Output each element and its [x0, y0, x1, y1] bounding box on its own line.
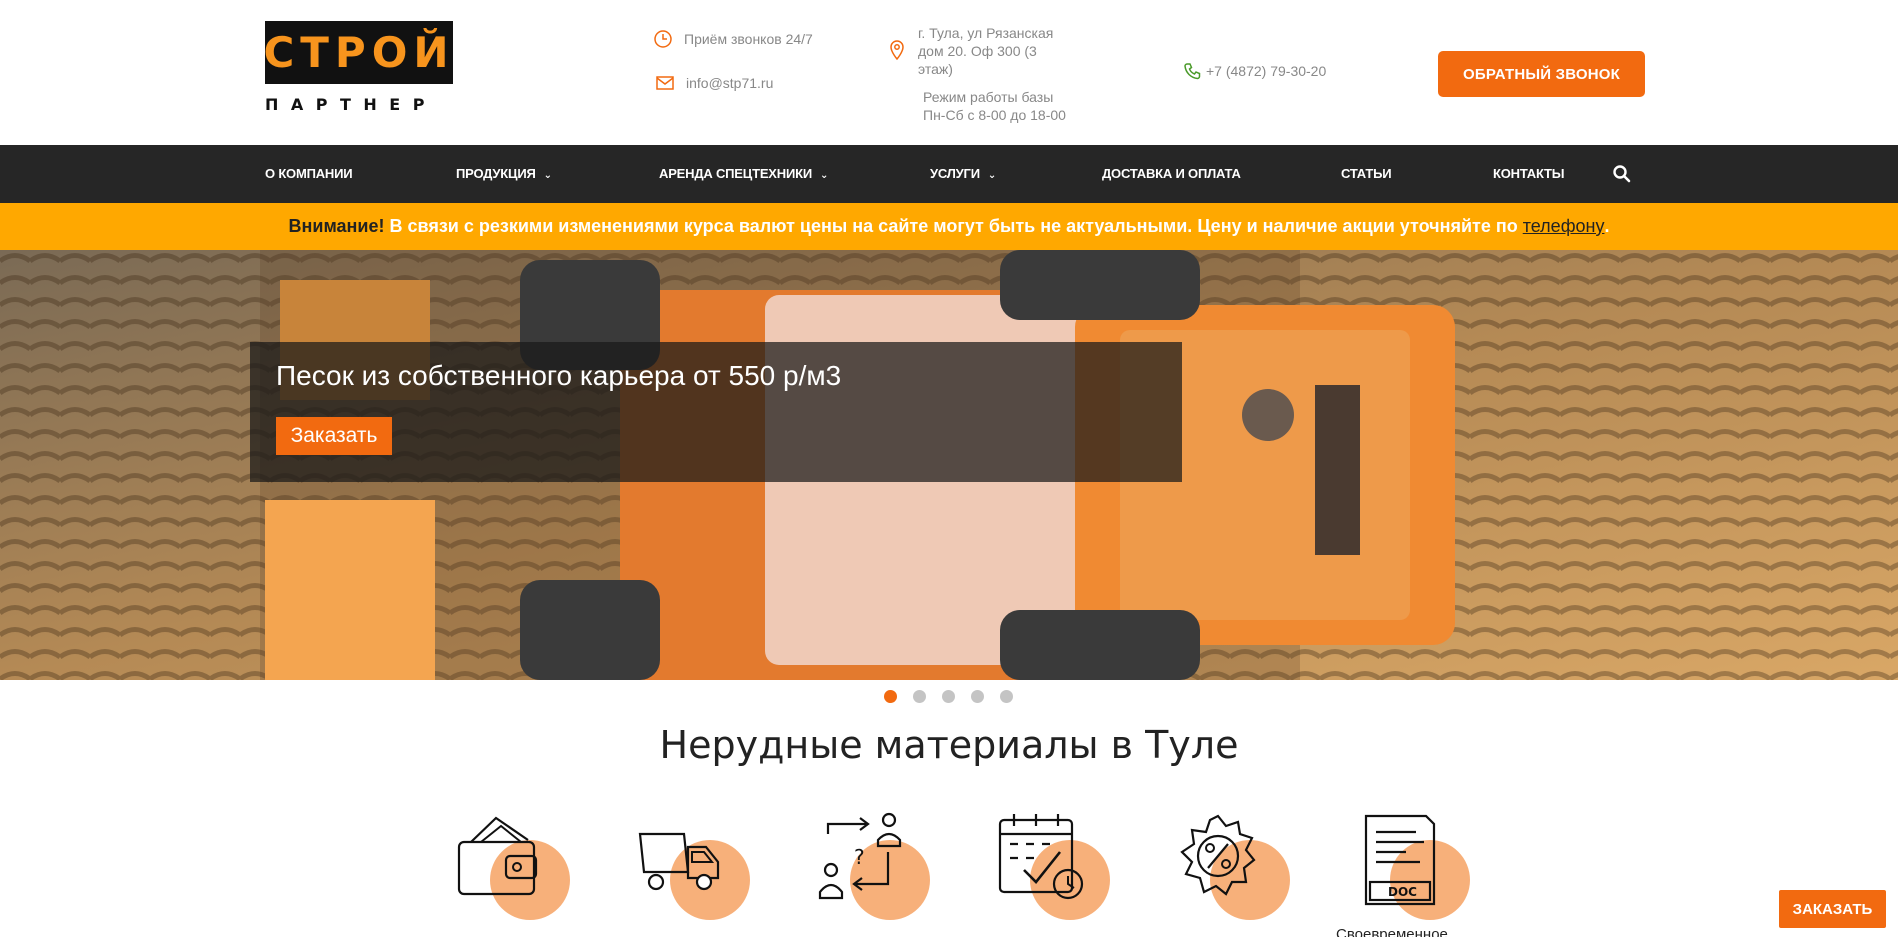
nav-item-label: КОНТАКТЫ — [1493, 166, 1565, 181]
nav-item-label: ДОСТАВКА И ОПЛАТА — [1102, 166, 1241, 181]
feature-exchange: ? — [816, 812, 936, 937]
clock-icon — [654, 30, 672, 48]
slider-dot[interactable] — [971, 690, 984, 703]
nav-item-rental[interactable]: АРЕНДА СПЕЦТЕХНИКИ ⌄ — [659, 145, 828, 203]
phone-link[interactable]: +7 (4872) 79-30-20 — [1206, 62, 1326, 80]
calendar-icon — [998, 814, 1084, 900]
hours-line-1: Режим работы базы — [923, 89, 1054, 105]
slider-dot[interactable] — [942, 690, 955, 703]
mail-icon — [656, 76, 674, 90]
address-text: г. Тула, ул Рязанская дом 20. Оф 300 (3 … — [918, 25, 1054, 77]
nav-item-about[interactable]: О КОМПАНИИ — [265, 145, 353, 203]
notice-bold: Внимание! — [288, 216, 385, 236]
notice-phone-link[interactable]: телефону — [1523, 216, 1605, 236]
nav-item-delivery[interactable]: ДОСТАВКА И ОПЛАТА — [1102, 145, 1241, 203]
logo-top-text: СТРОЙ — [263, 27, 455, 77]
nav-item-articles[interactable]: СТАТЬИ — [1341, 145, 1392, 203]
logo[interactable]: СТРОЙ ПАРТНЕР — [263, 21, 455, 115]
email-link[interactable]: info@stp71.ru — [686, 74, 773, 92]
nav-item-label: АРЕНДА СПЕЦТЕХНИКИ — [659, 166, 812, 181]
nav-item-label: О КОМПАНИИ — [265, 166, 353, 181]
notice-bar: Внимание! В связи с резкими изменениями … — [0, 203, 1898, 250]
nav-item-services[interactable]: УСЛУГИ ⌄ — [930, 145, 996, 203]
page: СТРОЙ ПАРТНЕР Приём звонков 24/7 info@st… — [0, 0, 1898, 937]
document-icon: DOC — [1364, 814, 1436, 906]
floating-order-button[interactable]: ЗАКАЗАТЬ — [1779, 890, 1886, 928]
notice-end: . — [1604, 216, 1610, 236]
hero-slider[interactable]: Песок из собственного карьера от 550 р/м… — [0, 250, 1898, 680]
callback-button[interactable]: ОБРАТНЫЙ ЗВОНОК — [1438, 51, 1645, 97]
feature-label-partial: Своевременное — [1336, 926, 1448, 937]
hero-title: Песок из собственного карьера от 550 р/м… — [276, 360, 842, 391]
nav-item-products[interactable]: ПРОДУКЦИЯ ⌄ — [456, 145, 552, 203]
gear-percent-icon — [1180, 814, 1256, 896]
calls-text: Приём звонков 24/7 — [684, 31, 813, 47]
map-pin-icon — [890, 40, 904, 61]
logo-bottom-text: ПАРТНЕР — [265, 95, 437, 114]
wallet-icon — [457, 816, 538, 896]
hero-order-button[interactable]: Заказать — [276, 417, 392, 455]
section-title: Нерудные материалы в Туле — [659, 723, 1239, 767]
feature-wallet — [456, 812, 576, 937]
svg-text:DOC: DOC — [1388, 885, 1417, 899]
feature-calendar — [996, 812, 1116, 937]
feature-discount — [1176, 812, 1296, 937]
nav-item-label: ПРОДУКЦИЯ — [456, 166, 536, 181]
chevron-down-icon: ⌄ — [819, 170, 829, 181]
nav-item-label: УСЛУГИ — [930, 166, 980, 181]
chevron-down-icon: ⌄ — [987, 170, 997, 181]
site-header: СТРОЙ ПАРТНЕР Приём звонков 24/7 info@st… — [0, 0, 1898, 145]
search-icon[interactable] — [1612, 164, 1632, 184]
slider-dot[interactable] — [913, 690, 926, 703]
notice-text: В связи с резкими изменениями курса валю… — [384, 216, 1523, 236]
slider-dot[interactable] — [1000, 690, 1013, 703]
hours-line-2: Пн-Сб с 8-00 до 18-00 — [923, 107, 1066, 123]
dump-truck-icon — [638, 832, 720, 891]
svg-text:?: ? — [854, 845, 865, 869]
nav-item-label: СТАТЬИ — [1341, 166, 1392, 181]
hero-caption: Песок из собственного карьера от 550 р/м… — [250, 342, 1182, 482]
exchange-icon: ? — [818, 812, 902, 900]
nav-item-contacts[interactable]: КОНТАКТЫ — [1493, 145, 1564, 203]
phone-icon — [1184, 63, 1201, 80]
feature-delivery — [636, 812, 756, 937]
chevron-down-icon: ⌄ — [543, 170, 552, 181]
slider-dot[interactable] — [884, 690, 897, 703]
logo-box: СТРОЙ — [263, 21, 455, 84]
main-nav: О КОМПАНИИ ПРОДУКЦИЯ ⌄ АРЕНДА СПЕЦТЕХНИКИ… — [0, 145, 1898, 203]
feature-documents: DOC — [1356, 812, 1476, 937]
